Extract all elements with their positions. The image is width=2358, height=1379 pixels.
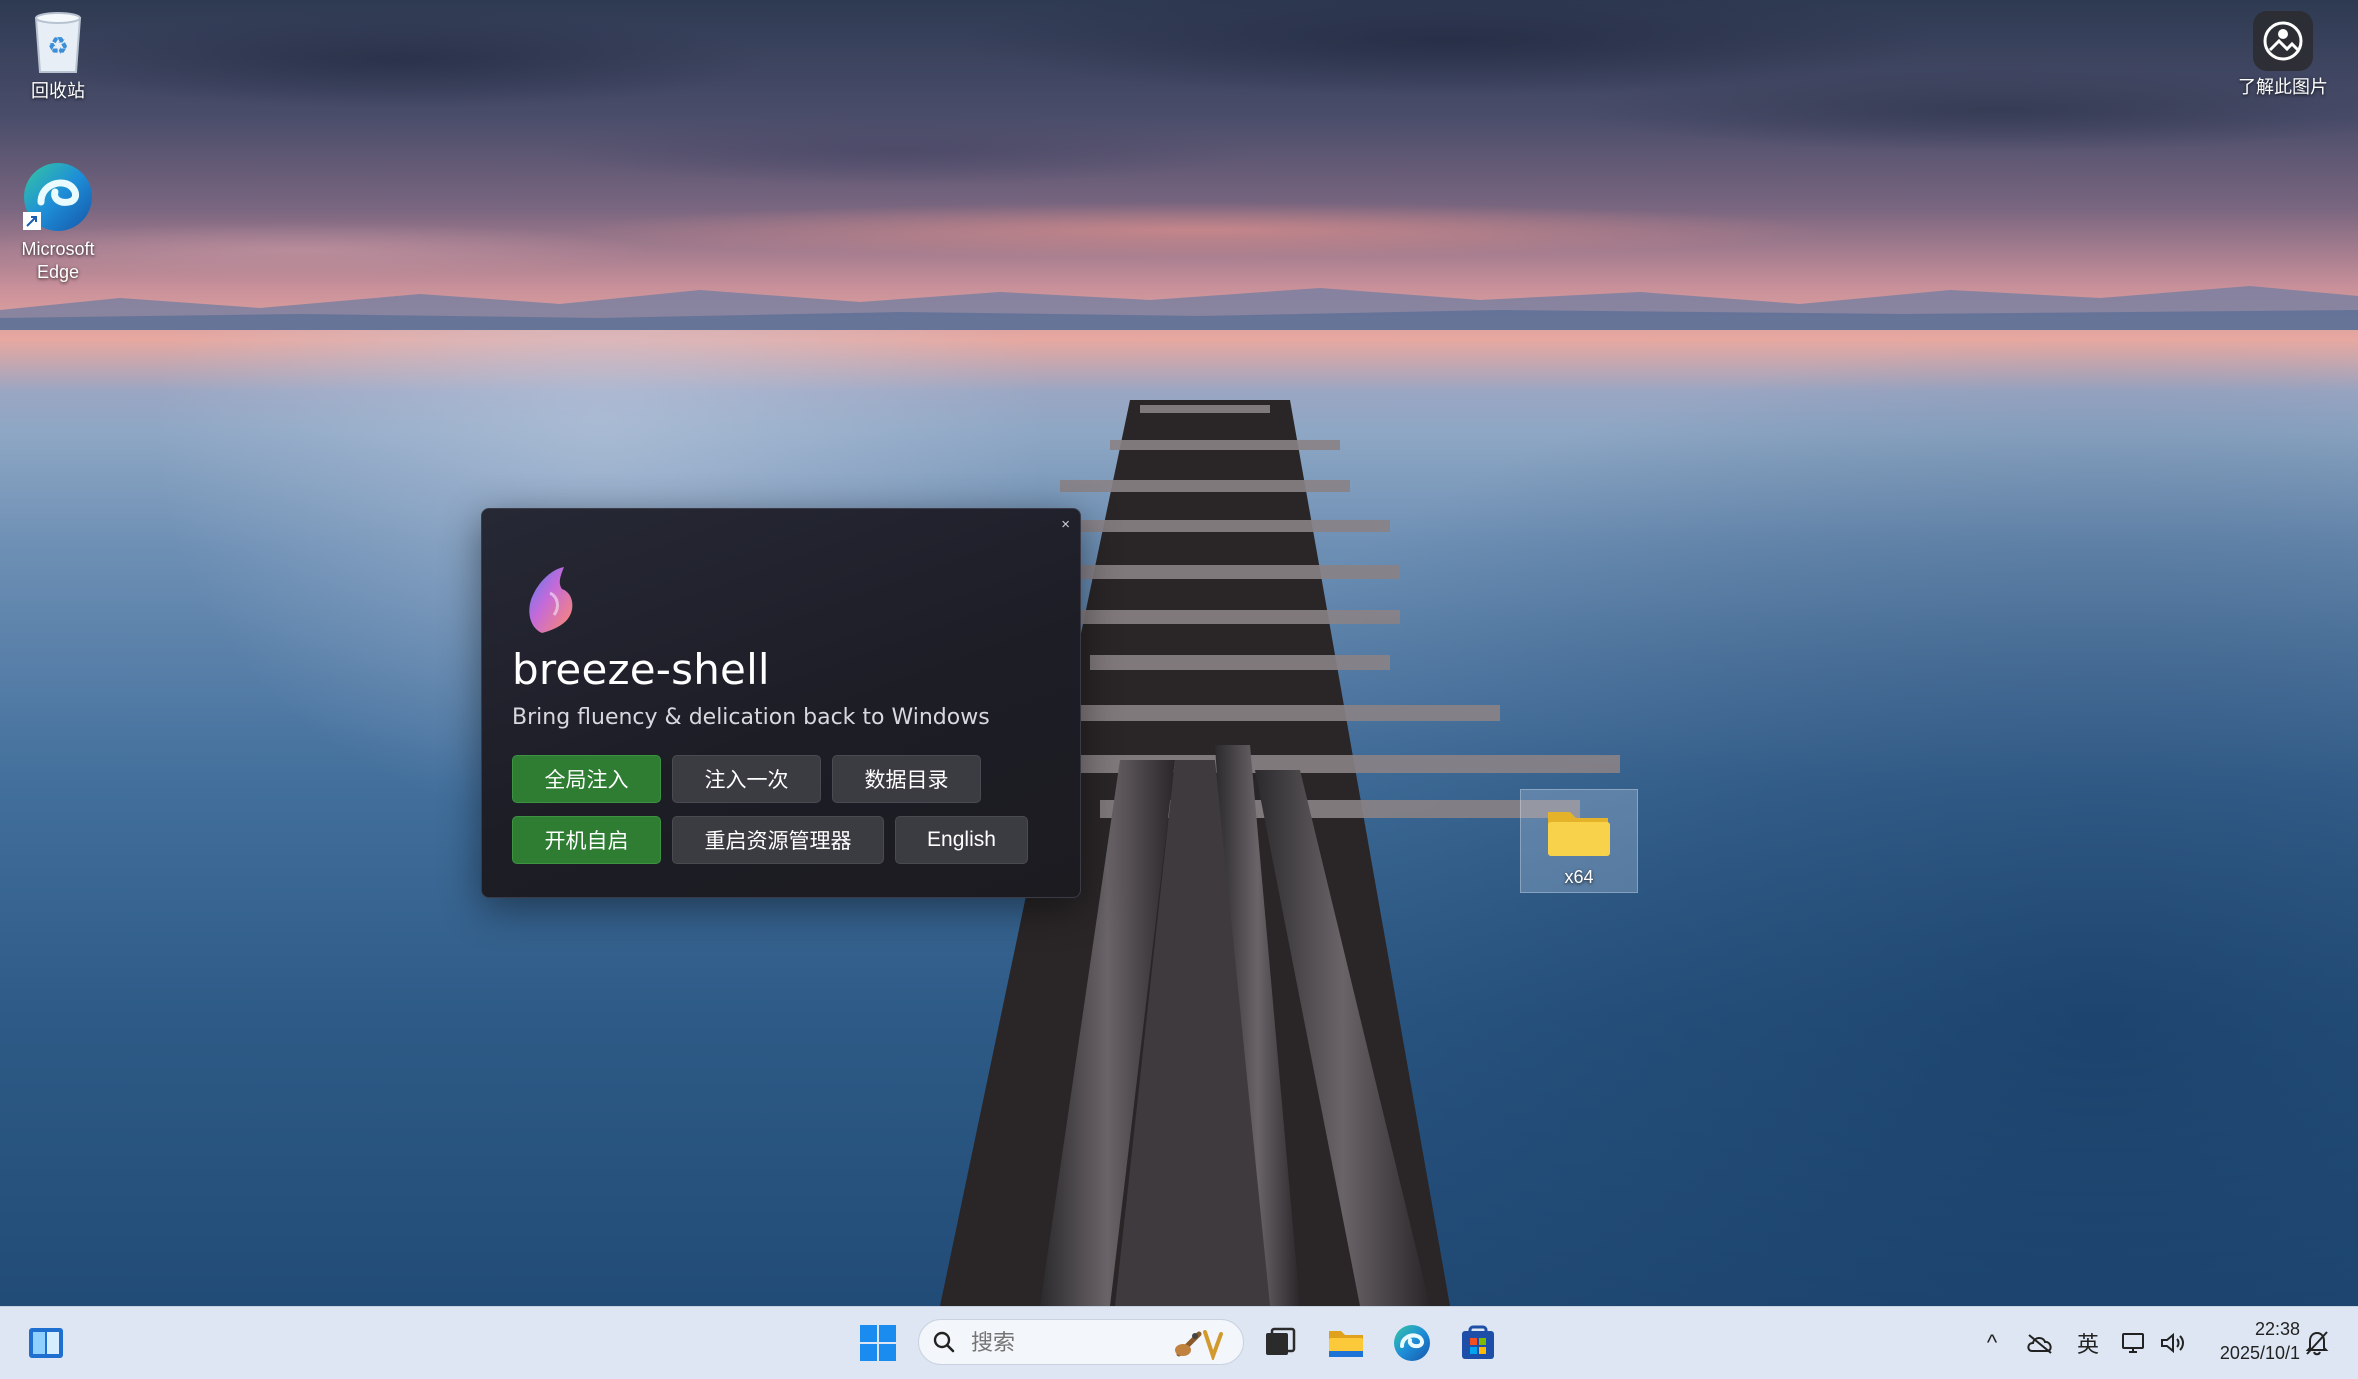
desktop-icon-x64-folder[interactable]: x64: [1520, 789, 1638, 893]
desktop-icon-edge[interactable]: Microsoft Edge: [3, 160, 113, 284]
dialog-subtitle: Bring fluency & delication back to Windo…: [512, 705, 990, 730]
onedrive-icon[interactable]: [2022, 1325, 2058, 1361]
volume-icon[interactable]: [2156, 1325, 2190, 1361]
spotlight-icon: [2253, 11, 2313, 71]
desktop-wallpaper: [0, 0, 2358, 1306]
network-icon[interactable]: [2118, 1325, 2150, 1361]
svg-text:♻: ♻: [47, 32, 69, 60]
input-method-indicator[interactable]: 英: [2072, 1325, 2104, 1361]
dialog-title: breeze-shell: [512, 645, 770, 694]
desktop-icon-label: Microsoft Edge: [21, 239, 95, 282]
inject-once-button[interactable]: 注入一次: [672, 755, 821, 803]
language-button[interactable]: English: [895, 816, 1028, 864]
breeze-logo-icon: [529, 567, 573, 633]
desktop-icon-learn-about-picture[interactable]: 了解此图片: [2223, 10, 2343, 99]
desktop-icon-recycle-bin[interactable]: ♻ 回收站: [3, 8, 113, 103]
store-icon[interactable]: [1458, 1323, 1498, 1363]
file-explorer-icon[interactable]: [1326, 1323, 1366, 1363]
search-input[interactable]: [969, 1328, 1153, 1358]
close-icon[interactable]: ×: [1061, 517, 1070, 533]
data-directory-button[interactable]: 数据目录: [832, 755, 981, 803]
search-icon: [933, 1331, 955, 1353]
autostart-button[interactable]: 开机自启: [512, 816, 661, 864]
desktop-icon-label: x64: [1564, 867, 1594, 887]
clock-time: 22:38: [2254, 1319, 2300, 1339]
breeze-shell-dialog: × breeze-shell Bring fluency & delicatio…: [481, 508, 1081, 898]
taskbar-clock[interactable]: 22:38 2025/10/1: [2196, 1317, 2300, 1365]
wooden-pier: [940, 400, 1620, 1306]
taskbar: ^ 英 22:38 2025/10/1: [0, 1306, 2358, 1379]
search-highlight-icon: [1175, 1330, 1223, 1360]
recycle-bin-icon: ♻: [34, 12, 82, 73]
taskbar-search-box[interactable]: [918, 1319, 1244, 1365]
desktop-icon-label: 了解此图片: [2238, 77, 2328, 97]
edge-icon: [23, 163, 92, 231]
task-view-icon[interactable]: [1260, 1323, 1300, 1363]
edge-icon[interactable]: [1392, 1323, 1432, 1363]
folder-icon: [1548, 812, 1610, 856]
notification-bell-icon[interactable]: [2300, 1325, 2334, 1361]
show-hidden-icons-chevron[interactable]: ^: [1980, 1325, 2004, 1361]
desktop-icon-label: 回收站: [31, 81, 85, 101]
clock-date: 2025/10/1: [2219, 1343, 2300, 1363]
start-icon[interactable]: [859, 1324, 897, 1362]
widgets-icon[interactable]: [26, 1323, 66, 1363]
restart-explorer-button[interactable]: 重启资源管理器: [672, 816, 884, 864]
global-inject-button[interactable]: 全局注入: [512, 755, 661, 803]
